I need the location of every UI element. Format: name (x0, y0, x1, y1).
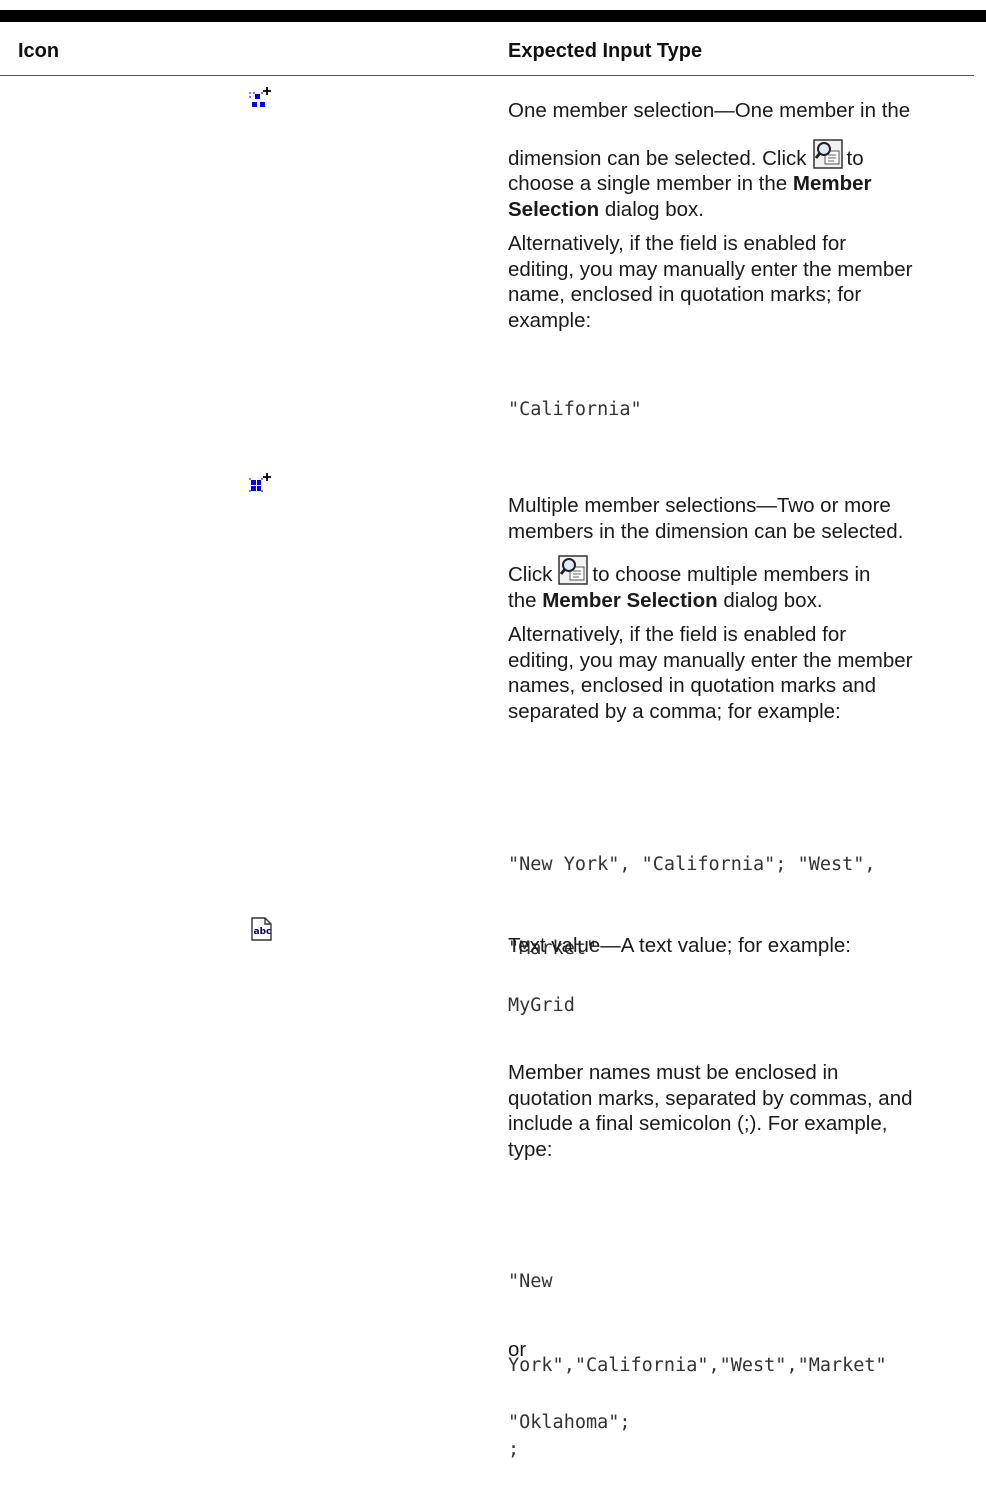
row1-alt-line: Alternatively, if the field is enabled f… (508, 232, 847, 255)
row1-alt-line: editing, you may manually enter the memb… (508, 257, 913, 281)
code-line: "New (508, 1271, 553, 1292)
row1-alt-paragraph: Alternatively, if the field is enabled f… (508, 231, 986, 333)
row2-alt-line: Alternatively, if the field is enabled f… (508, 623, 847, 646)
row2-line: the Member Selection dialog box. (508, 588, 986, 614)
row3-code-example-3: "Oklahoma"; (508, 1412, 631, 1433)
row1-alt-line: example: (508, 308, 592, 332)
row2-text: dialog box. (723, 588, 823, 612)
row3-line: quotation marks, separated by commas, an… (508, 1086, 913, 1110)
row1-text: dimension can be selected. Click (508, 146, 807, 170)
column-header-icon: Icon (18, 40, 60, 62)
header-divider (0, 75, 974, 76)
row3-line: Member names must be enclosed in (508, 1061, 839, 1084)
row1-text-to: to (846, 146, 864, 170)
row2-line: Multiple member selections—Two or more (508, 494, 891, 517)
row3-or: or (508, 1338, 527, 1361)
row1-text: dialog box. (604, 197, 705, 221)
row1-text: choose a single member in the (508, 172, 788, 195)
row2-alt-line: separated by a comma; for example: (508, 699, 841, 723)
member-selection-search-icon[interactable] (558, 555, 589, 585)
svg-text:abc: abc (254, 927, 272, 937)
multiple-member-selection-icon (249, 473, 271, 492)
row1-line3: choose a single member in the Member (508, 171, 986, 197)
row1-description: One member selection—One member in the d… (508, 98, 986, 333)
row2-line: members in the dimension can be selected… (508, 519, 904, 543)
row2-text: to choose multiple members in (592, 563, 871, 586)
row1-line1: One member selection—One member in the (508, 99, 911, 122)
row2-text: Click (508, 563, 553, 586)
one-member-selection-icon (249, 87, 271, 107)
row3-line: type: (508, 1137, 553, 1161)
row2-alt-line: names, enclosed in quotation marks and (508, 674, 877, 697)
row2-code-example: "New York", "California"; "West", "Marke… (508, 795, 978, 991)
row3-description: Text value—A text value; for example: (508, 934, 851, 957)
top-rule (0, 10, 986, 22)
row1-line4: Selection dialog box. (508, 197, 986, 223)
row2-alt-line: editing, you may manually enter the memb… (508, 648, 913, 672)
code-line: ; (508, 1439, 520, 1460)
text-value-icon: abc (251, 917, 272, 941)
row2-text: the (508, 588, 537, 612)
row2-click-line: Click to choose multiple members in (508, 555, 986, 588)
row3-member-names-paragraph: Member names must be enclosed in quotati… (508, 1060, 986, 1162)
row3-code-example: MyGrid (508, 995, 575, 1016)
member-selection-search-icon[interactable] (812, 138, 843, 169)
row3-line: include a final semicolon (;). For examp… (508, 1112, 888, 1135)
row1-alt-line: name, enclosed in quotation marks; for (508, 283, 862, 306)
row2-alt-paragraph: Alternatively, if the field is enabled f… (508, 622, 986, 724)
code-line: "New York", "California"; "West", (508, 854, 876, 875)
row1-code-example: "California" (508, 399, 642, 420)
column-header-expected-input-type: Expected Input Type (508, 40, 703, 62)
row1-line2: dimension can be selected. Click to (508, 138, 986, 172)
member-selection-bold: Member Selection (542, 588, 718, 612)
row2-description: Multiple member selections—Two or more m… (508, 493, 986, 724)
member-selection-bold: Member (792, 172, 872, 195)
selection-bold: Selection (508, 197, 600, 221)
